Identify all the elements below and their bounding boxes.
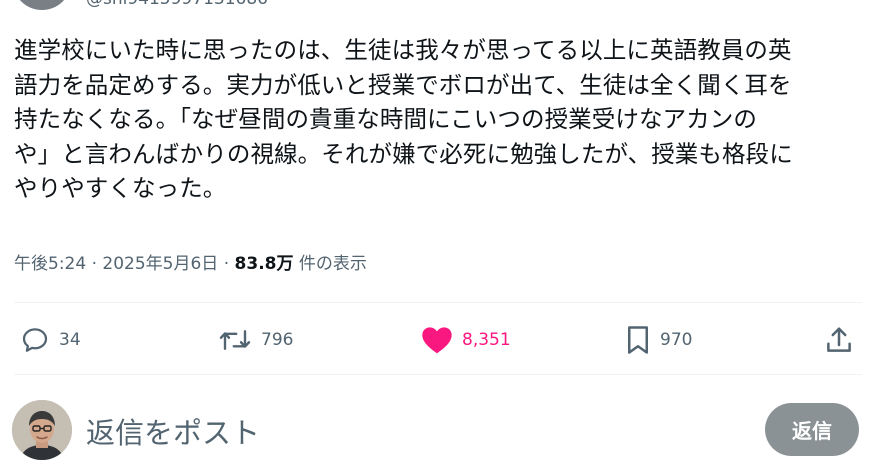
- bookmark-button[interactable]: 970: [625, 318, 692, 362]
- tweet-line: 進学校にいた時に思ったのは、生徒は我々が思ってる以上に英語教員の英: [14, 36, 792, 64]
- tweet-meta: 午後5:24 · 2025年5月6日 · 83.8万 件の表示: [14, 249, 367, 274]
- retweet-count: 796: [261, 330, 294, 350]
- reply-count: 34: [59, 330, 81, 350]
- reply-input[interactable]: 返信をポスト: [86, 410, 726, 452]
- speech-bubble-icon: [20, 325, 50, 355]
- author-avatar[interactable]: [14, 0, 70, 10]
- reply-button[interactable]: 34: [20, 318, 81, 362]
- user-avatar[interactable]: [12, 400, 72, 460]
- tweet-line: 語力を品定めする。実力が低いと授業でボロが出て、生徒は全く聞く耳を: [14, 70, 792, 99]
- share-upload-icon: [824, 325, 854, 355]
- bookmark-icon: [625, 325, 651, 355]
- views-count: 83.8万: [234, 254, 294, 274]
- retweet-arrows-icon: [218, 325, 252, 355]
- views-label[interactable]: 件の表示: [299, 254, 367, 274]
- tweet-line: や」と言わんばかりの視線。それが嫌で必死に勉強したが、授業も格段に: [14, 139, 793, 168]
- reply-submit-button[interactable]: 返信: [765, 403, 859, 456]
- like-count: 8,351: [462, 330, 511, 350]
- action-bar: 34 796 8,351 970: [0, 318, 884, 362]
- divider-bottom: [14, 374, 862, 375]
- reply-composer: 返信をポスト 返信: [0, 388, 884, 471]
- author-handle[interactable]: @shi9415997131686: [86, 0, 268, 9]
- tweet-line: やりやすくなった。: [14, 174, 227, 202]
- tweet-date[interactable]: 2025年5月6日: [102, 254, 218, 274]
- like-button[interactable]: 8,351: [421, 318, 511, 362]
- tweet-time[interactable]: 午後5:24: [14, 254, 86, 274]
- divider-top: [14, 302, 862, 303]
- author-header-clipped: @shi9415997131686: [0, 0, 884, 14]
- filled-heart-icon: [421, 325, 453, 355]
- tweet-text: 進学校にいた時に思ったのは、生徒は我々が思ってる以上に英語教員の英 語力を品定め…: [14, 33, 870, 206]
- tweet-line: 持たなくなる。「なぜ昼間の貴重な時間にこいつの授業受けなアカンの: [14, 105, 757, 133]
- bookmark-count: 970: [660, 330, 693, 350]
- meta-separator: ·: [91, 254, 97, 274]
- meta-separator: ·: [223, 254, 230, 274]
- share-button[interactable]: [824, 318, 854, 362]
- retweet-button[interactable]: 796: [218, 318, 293, 362]
